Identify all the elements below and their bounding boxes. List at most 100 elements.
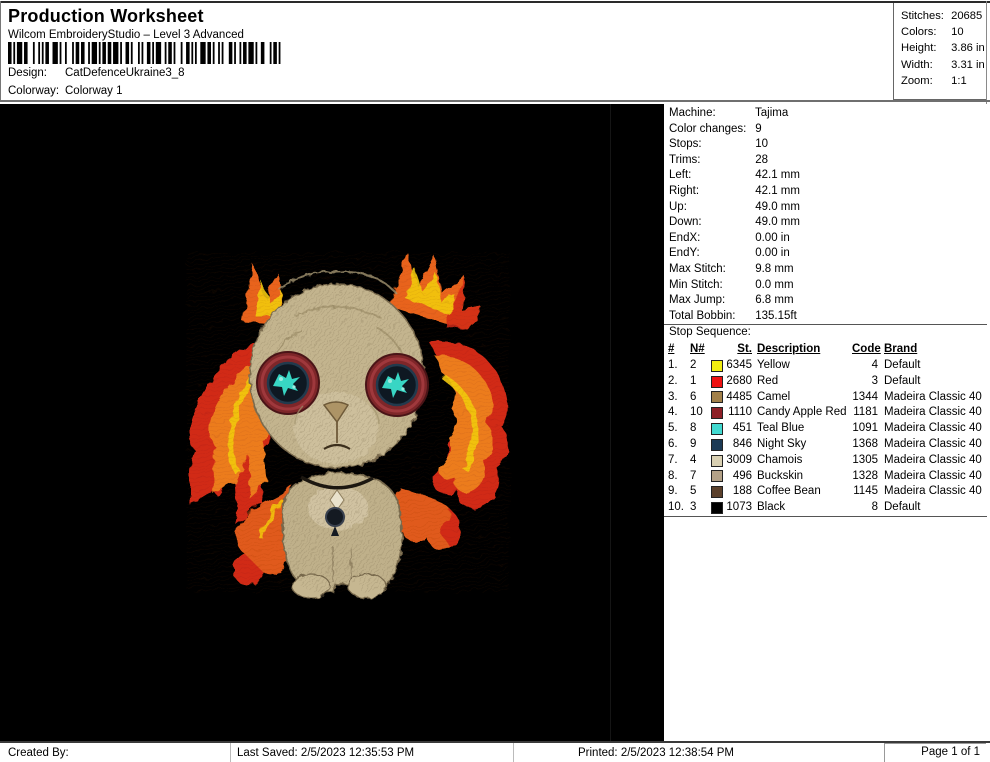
button-eye-left <box>256 351 320 415</box>
col-header-code: Code <box>852 343 881 355</box>
info-label: Max Stitch: <box>669 262 726 275</box>
thread-brand: Madeira Classic 40 <box>884 422 982 435</box>
row-number: 8. <box>668 469 678 482</box>
info-label: Stops: <box>669 138 702 151</box>
needle-number: 2 <box>690 359 697 371</box>
thread-code: 1344 <box>852 390 878 403</box>
info-label: Width: <box>901 58 933 71</box>
info-label: Color changes: <box>669 122 747 135</box>
thread-code: 8 <box>871 501 878 514</box>
stop-sequence-row: 5. 8 451 Teal Blue 1091 Madeira Classic … <box>668 421 987 437</box>
thread-color-swatch <box>711 486 723 499</box>
info-value: 42.1 mm <box>755 169 800 182</box>
thread-st-number: 1073 <box>726 501 752 514</box>
info-row: Colors: 10 <box>901 24 986 40</box>
thread-code: 1328 <box>852 469 878 482</box>
thread-st-number: 846 <box>732 437 752 450</box>
row-number: 4. <box>668 406 678 419</box>
row-number: 5. <box>668 422 678 435</box>
info-value: 49.0 mm <box>755 216 800 229</box>
stop-sequence-row: 3. 6 4485 Camel 1344 Madeira Classic 40 <box>668 390 987 406</box>
thread-brand: Madeira Classic 40 <box>884 390 982 403</box>
footer-cell-divider <box>513 743 514 762</box>
thread-description: Yellow <box>757 359 790 371</box>
info-row: Total Bobbin: 135.15ft <box>669 309 987 325</box>
info-row: Stitches: 20685 <box>901 8 986 24</box>
thread-brand: Madeira Classic 40 <box>884 437 982 450</box>
button-eye-right <box>365 353 429 417</box>
info-row: EndX: 0.00 in <box>669 231 987 247</box>
stop-sequence-row: 8. 7 496 Buckskin 1328 Madeira Classic 4… <box>668 469 987 485</box>
needle-number: 6 <box>690 390 697 403</box>
thread-description: Camel <box>757 390 791 403</box>
stop-sequence-heading: Stop Sequence: <box>669 326 751 338</box>
stop-sequence-row: 1. 2 6345 Yellow 4 Default <box>668 358 987 374</box>
colorway-label: Colorway: <box>8 85 60 97</box>
info-row: Zoom: 1:1 <box>901 73 986 89</box>
page-top-border <box>0 1 990 3</box>
info-row: Height: 3.86 in <box>901 40 986 56</box>
embroidery-design-cat <box>187 252 509 599</box>
cat-body <box>281 471 403 599</box>
thread-brand: Madeira Classic 40 <box>884 406 982 419</box>
info-value: 1:1 <box>951 74 967 87</box>
page-number: Page 1 of 1 <box>884 743 986 762</box>
row-number: 2. <box>668 374 678 387</box>
thread-st-number: 3009 <box>726 453 752 466</box>
needle-number: 8 <box>690 422 697 435</box>
machine-info-panel: Machine: Tajima Color changes: 9 Stops: … <box>664 104 987 741</box>
info-row: Max Stitch: 9.8 mm <box>669 262 987 278</box>
needle-number: 7 <box>690 469 697 482</box>
stop-sequence-row: 6. 9 846 Night Sky 1368 Madeira Classic … <box>668 437 987 453</box>
info-value: Tajima <box>755 107 789 119</box>
thread-brand: Madeira Classic 40 <box>884 469 982 482</box>
thread-description: Black <box>757 501 786 514</box>
stop-sequence-row: 7. 4 3009 Chamois 1305 Madeira Classic 4… <box>668 453 987 469</box>
info-row: Machine: Tajima <box>669 106 987 122</box>
col-header-description: Description <box>757 343 821 355</box>
row-number: 10. <box>668 501 684 514</box>
thread-st-number: 188 <box>732 485 752 498</box>
thread-st-number: 2680 <box>726 374 752 387</box>
machine-info-list: Machine: Tajima Color changes: 9 Stops: … <box>664 106 987 324</box>
thread-brand: Madeira Classic 40 <box>884 453 982 466</box>
info-value: 0.00 in <box>755 247 790 260</box>
info-label: Total Bobbin: <box>669 309 736 322</box>
software-subtitle: Wilcom EmbroideryStudio – Level 3 Advanc… <box>8 29 244 41</box>
col-header-brand: Brand <box>884 343 918 355</box>
info-value: 9.8 mm <box>755 262 794 275</box>
thread-color-swatch <box>711 438 723 451</box>
info-label: Zoom: <box>901 74 933 87</box>
info-label: Min Stitch: <box>669 278 723 291</box>
stop-sequence-row: 9. 5 188 Coffee Bean 1145 Madeira Classi… <box>668 484 987 500</box>
thread-code: 1305 <box>852 453 878 466</box>
info-value: 10 <box>951 26 964 39</box>
info-label: Machine: <box>669 107 716 119</box>
needle-number: 4 <box>690 453 697 466</box>
page-left-border <box>0 1 1 101</box>
row-number: 3. <box>668 390 678 403</box>
row-number: 6. <box>668 437 678 450</box>
info-value: 10 <box>755 138 768 151</box>
thread-st-number: 451 <box>732 422 752 435</box>
thread-color-swatch <box>711 454 723 467</box>
production-worksheet-page: Production Worksheet Wilcom EmbroiderySt… <box>0 0 990 762</box>
info-label: Colors: <box>901 26 937 39</box>
info-value: 49.0 mm <box>755 200 800 213</box>
thread-description: Candy Apple Red <box>757 406 847 419</box>
thread-brand: Madeira Classic 40 <box>884 485 982 498</box>
thread-color-swatch <box>711 407 723 420</box>
info-row: Up: 49.0 mm <box>669 200 987 216</box>
thread-brand: Default <box>884 359 921 371</box>
panel-divider <box>664 516 987 517</box>
info-label: Trims: <box>669 153 701 166</box>
info-row: Width: 3.31 in <box>901 57 986 73</box>
info-value: 3.31 in <box>951 58 985 71</box>
needle-number: 9 <box>690 437 697 450</box>
col-header-num: # <box>668 343 675 355</box>
stop-sequence-row: 2. 1 2680 Red 3 Default <box>668 374 987 390</box>
info-row: Color changes: 9 <box>669 122 987 138</box>
thread-color-swatch <box>711 470 723 483</box>
thread-color-swatch <box>711 375 723 388</box>
info-label: Left: <box>669 169 692 182</box>
